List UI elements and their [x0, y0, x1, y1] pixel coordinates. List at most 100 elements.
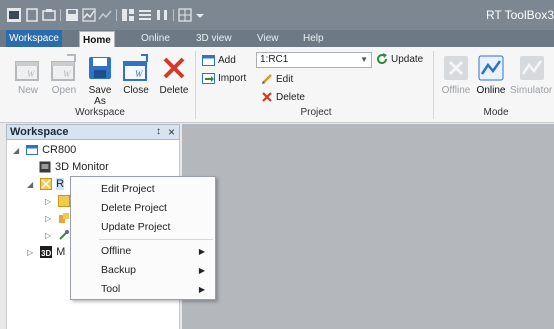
tab-online[interactable]: Online: [138, 30, 173, 47]
menu-item-label: Tool: [101, 283, 121, 295]
tab-view[interactable]: View: [254, 30, 282, 47]
chevron-down-icon: ▼: [360, 55, 368, 64]
add-project-button[interactable]: Add: [202, 53, 236, 69]
tree-label-3d-monitor: 3D Monitor: [55, 161, 109, 173]
menu-item-label: Delete Project: [101, 202, 167, 214]
project-group-label: Project: [300, 107, 332, 118]
svg-text:3D: 3D: [41, 249, 51, 258]
quick-new-icon[interactable]: [25, 8, 39, 22]
close-button[interactable]: W Close: [118, 51, 154, 105]
delete-project-label: Delete: [276, 92, 305, 103]
tree-node-3d-model[interactable]: ▷ 3D M: [27, 244, 65, 260]
toolbar-separator: [116, 9, 117, 21]
menu-item-label: Offline: [101, 245, 132, 257]
project-select-value: 1:RC1: [260, 54, 289, 65]
simulator-label: Simulator: [510, 85, 553, 96]
document-area: [182, 124, 554, 329]
update-label: Update: [391, 54, 424, 65]
robot-project-icon: [40, 178, 53, 191]
menu-item-edit-project[interactable]: Edit Project: [71, 180, 215, 199]
group-separator: [433, 51, 434, 119]
add-project-icon: [202, 54, 215, 66]
import-project-icon: [202, 72, 215, 84]
expand-triangle-icon[interactable]: ▷: [45, 194, 55, 210]
tree-node-rc1[interactable]: ◢ R: [27, 176, 65, 193]
close-icon[interactable]: ×: [168, 125, 175, 139]
expand-triangle-icon[interactable]: ▷: [45, 211, 55, 227]
quick-chart-alt-icon[interactable]: [98, 8, 112, 22]
edit-project-button[interactable]: Edit: [261, 72, 293, 88]
ribbon: W New W Open Save As W Close Delete Work…: [0, 47, 554, 123]
close-workspace-icon: W: [123, 54, 148, 81]
menu-separator: [99, 239, 213, 240]
offline-label: Offline: [441, 85, 471, 96]
offline-mode-button[interactable]: Offline: [438, 51, 474, 105]
expand-triangle-icon[interactable]: ▷: [27, 245, 37, 261]
delete-button[interactable]: Delete: [156, 51, 192, 105]
customize-dropdown-icon[interactable]: [193, 8, 207, 22]
open-workspace-icon: W: [51, 54, 76, 81]
import-label: Import: [218, 73, 247, 84]
menu-item-label: Backup: [101, 264, 137, 276]
tree-node-3d-monitor[interactable]: 3D Monitor: [39, 159, 109, 175]
app-icon[interactable]: [7, 8, 21, 22]
import-project-button[interactable]: Import: [202, 71, 246, 87]
quick-list-icon[interactable]: [138, 8, 152, 22]
tool-icon: [59, 230, 70, 240]
simulator-mode-button[interactable]: Simulator: [510, 51, 554, 105]
delete-x-icon: [262, 92, 272, 103]
3d-icon: 3D: [40, 246, 53, 259]
parameter-icon: [58, 195, 71, 208]
new-workspace-icon: W: [15, 61, 39, 81]
delete-project-button[interactable]: Delete: [261, 90, 305, 106]
new-button[interactable]: W New: [10, 51, 46, 105]
online-label: Online: [476, 85, 506, 96]
save-as-icon: [89, 57, 111, 79]
open-button[interactable]: W Open: [46, 51, 82, 105]
menu-item-update-project[interactable]: Update Project: [71, 218, 215, 237]
workspace-group-label: Workspace: [75, 107, 125, 118]
submenu-arrow-icon: ▶: [198, 285, 205, 294]
quick-open-icon[interactable]: [42, 8, 56, 22]
online-mode-button[interactable]: Online: [474, 51, 508, 105]
update-button[interactable]: Update: [376, 52, 423, 68]
new-label: New: [17, 85, 38, 96]
tab-home[interactable]: Home: [79, 31, 115, 48]
quick-bars-icon[interactable]: [155, 8, 169, 22]
tab-help[interactable]: Help: [300, 30, 327, 47]
quick-save-icon[interactable]: [65, 8, 79, 22]
pin-icon[interactable]: ↕: [156, 126, 161, 137]
project-select[interactable]: 1:RC1 ▼: [256, 52, 372, 68]
edit-label: Edit: [276, 74, 294, 85]
expand-triangle-icon[interactable]: ▷: [45, 228, 55, 244]
menu-item-delete-project[interactable]: Delete Project: [71, 199, 215, 218]
save-as-button[interactable]: Save As: [82, 51, 118, 107]
tree-label-rc1: R: [56, 178, 65, 190]
monitor-icon: [39, 161, 51, 173]
tab-3d-view[interactable]: 3D view: [193, 30, 235, 47]
menu-item-label: Edit Project: [101, 183, 155, 195]
menu-item-backup[interactable]: Backup ▶: [71, 261, 215, 280]
tab-workspace[interactable]: Workspace: [6, 30, 62, 47]
toolbar-separator: [60, 9, 61, 21]
simulator-icon: [520, 56, 544, 80]
collapse-triangle-icon[interactable]: ◢: [13, 143, 23, 159]
menu-item-offline[interactable]: Offline ▶: [71, 242, 215, 261]
submenu-arrow-icon: ▶: [198, 247, 205, 256]
tree-label-cr800: CR800: [42, 144, 77, 156]
group-separator: [195, 51, 196, 119]
delete-x-icon: [163, 57, 185, 79]
window-title: RT ToolBox3: [485, 8, 554, 22]
close-label: Close: [123, 85, 149, 96]
refresh-icon: [377, 53, 388, 65]
quick-chart-icon[interactable]: [82, 8, 96, 22]
quick-grid-icon[interactable]: [178, 8, 192, 22]
delete-label: Delete: [159, 85, 189, 96]
mode-group-label: Mode: [483, 107, 509, 118]
quick-layout-icon[interactable]: [121, 8, 135, 22]
collapse-triangle-icon[interactable]: ◢: [27, 177, 37, 193]
save-as-label: Save As: [88, 85, 112, 107]
menu-item-tool[interactable]: Tool ▶: [71, 280, 215, 299]
workspace-panel-title: Workspace: [10, 126, 69, 138]
tree-node-cr800[interactable]: ◢ CR800: [13, 142, 76, 158]
